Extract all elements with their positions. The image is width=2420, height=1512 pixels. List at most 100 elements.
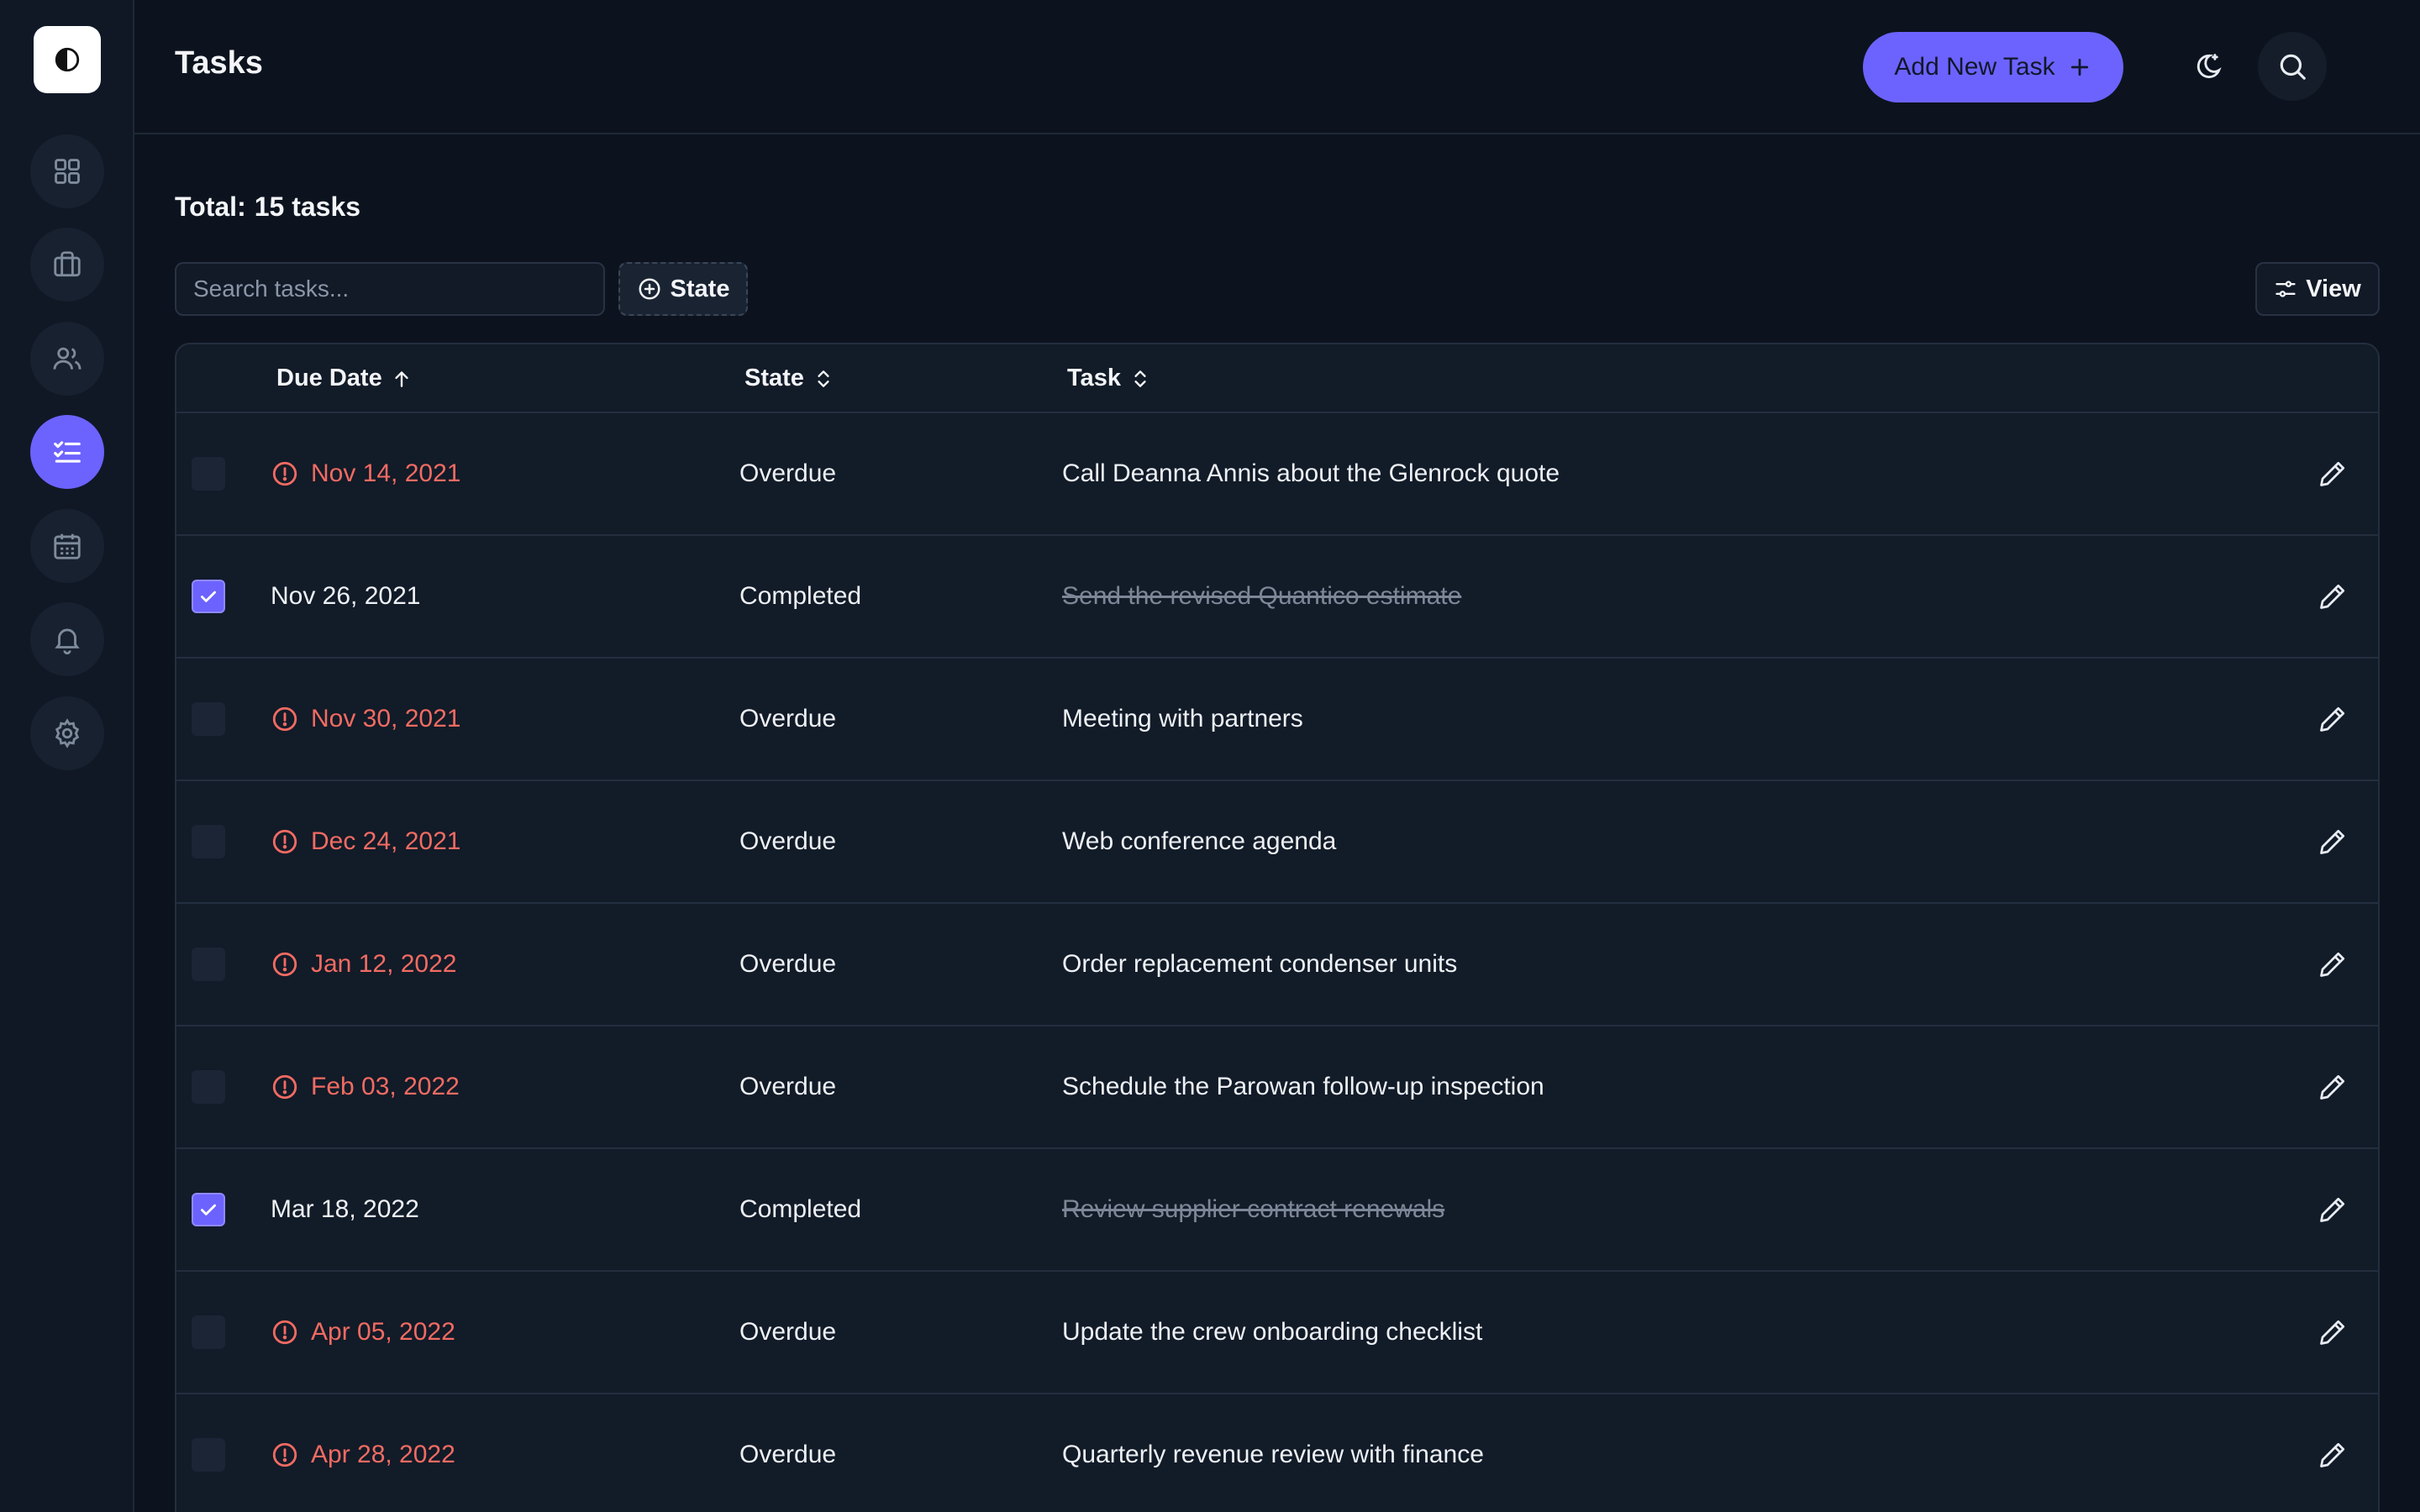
table-row[interactable]: Mar 18, 2022 Completed Review supplier con… bbox=[176, 1149, 2378, 1272]
table-row[interactable]: Nov 30, 2021 Overdue Meeting with partners bbox=[176, 659, 2378, 781]
due-date-cell: Jan 12, 2022 bbox=[271, 948, 456, 981]
row-checkbox[interactable] bbox=[192, 948, 225, 981]
edit-task-button[interactable] bbox=[2316, 702, 2349, 736]
edit-task-button[interactable] bbox=[2316, 1315, 2349, 1349]
edit-task-button[interactable] bbox=[2316, 457, 2349, 491]
edit-task-button[interactable] bbox=[2316, 825, 2349, 858]
table-row[interactable]: Jan 12, 2022 Overdue Order replacement con… bbox=[176, 904, 2378, 1026]
due-date-text: Feb 03, 2022 bbox=[311, 1073, 460, 1100]
due-date-text: Jan 12, 2022 bbox=[311, 950, 457, 978]
row-checkbox[interactable] bbox=[192, 1193, 225, 1226]
pencil-icon bbox=[2320, 1197, 2345, 1222]
due-date-text: Nov 14, 2021 bbox=[311, 459, 461, 487]
row-checkbox[interactable] bbox=[192, 1070, 225, 1104]
column-header-label: State bbox=[744, 365, 804, 391]
calendar-icon bbox=[54, 533, 81, 559]
row-checkbox[interactable] bbox=[192, 580, 225, 613]
grid-icon bbox=[55, 159, 80, 184]
table-row[interactable]: Nov 26, 2021 Completed Send the revised Qu… bbox=[176, 536, 2378, 659]
task-cell: Quarterly revenue review with finance bbox=[1062, 1441, 1484, 1468]
state-cell: Completed bbox=[739, 582, 862, 610]
state-cell: Overdue bbox=[739, 1318, 837, 1346]
edit-task-button[interactable] bbox=[2316, 1438, 2349, 1472]
pencil-icon bbox=[2320, 584, 2345, 609]
gear-icon bbox=[55, 718, 80, 748]
briefcase-icon bbox=[54, 251, 81, 277]
task-cell: Send the revised Quantico estimate bbox=[1062, 582, 1462, 610]
row-checkbox[interactable] bbox=[192, 1315, 225, 1349]
table-row[interactable]: Nov 14, 2021 Overdue Call Deanna Annis abo… bbox=[176, 413, 2378, 536]
top-header: Tasks Add New Task bbox=[134, 0, 2420, 134]
alert-circle-icon bbox=[272, 1074, 297, 1100]
table-row[interactable]: Apr 28, 2022 Overdue Quarterly revenue rev… bbox=[176, 1394, 2378, 1512]
check-icon bbox=[201, 1204, 216, 1215]
alert-circle-icon bbox=[272, 461, 297, 486]
row-checkbox[interactable] bbox=[192, 702, 225, 736]
pencil-icon bbox=[2320, 829, 2345, 854]
edit-task-button[interactable] bbox=[2316, 1070, 2349, 1104]
search-tasks-input[interactable] bbox=[175, 262, 605, 316]
column-header-state[interactable]: State bbox=[744, 365, 834, 392]
state-cell: Overdue bbox=[739, 705, 837, 732]
table-row[interactable]: Dec 24, 2021 Overdue Web conference agenda bbox=[176, 781, 2378, 904]
due-date-cell: Apr 05, 2022 bbox=[271, 1315, 455, 1349]
arrow-up-icon bbox=[395, 370, 408, 387]
due-date-cell: Nov 30, 2021 bbox=[271, 702, 460, 736]
header-search-button[interactable] bbox=[2258, 32, 2327, 101]
task-total-count: 15 tasks bbox=[254, 192, 361, 222]
state-cell: Overdue bbox=[739, 950, 837, 978]
alert-circle-icon bbox=[272, 1320, 297, 1345]
sort-icon bbox=[1134, 370, 1146, 387]
due-date-cell: Dec 24, 2021 bbox=[271, 825, 460, 858]
sidebar-item-projects[interactable] bbox=[30, 228, 104, 302]
column-header-due-date[interactable]: Due Date bbox=[276, 365, 413, 392]
view-options-button[interactable]: View bbox=[2255, 262, 2380, 316]
alert-circle-icon bbox=[272, 952, 297, 977]
pencil-icon bbox=[2320, 461, 2345, 486]
bell-icon bbox=[55, 628, 80, 654]
app-logo[interactable] bbox=[34, 26, 101, 93]
table-row[interactable]: Feb 03, 2022 Overdue Schedule the Parowan … bbox=[176, 1026, 2378, 1149]
edit-task-button[interactable] bbox=[2316, 1193, 2349, 1226]
row-checkbox[interactable] bbox=[192, 457, 225, 491]
due-date-cell: Mar 18, 2022 bbox=[271, 1193, 419, 1226]
pencil-icon bbox=[2320, 952, 2345, 977]
alert-circle-icon bbox=[272, 1442, 297, 1467]
pencil-icon bbox=[2320, 1442, 2345, 1467]
plus-icon bbox=[2070, 58, 2088, 76]
add-new-task-button[interactable]: Add New Task bbox=[1863, 32, 2123, 102]
due-date-cell: Nov 14, 2021 bbox=[271, 457, 460, 491]
task-cell: Call Deanna Annis about the Glenrock quo… bbox=[1062, 459, 1560, 487]
pencil-icon bbox=[2320, 706, 2345, 732]
column-header-label: Due Date bbox=[276, 365, 382, 391]
state-cell: Overdue bbox=[739, 1073, 837, 1100]
sidebar-item-dashboard[interactable] bbox=[30, 134, 104, 208]
sidebar-item-contacts[interactable] bbox=[30, 322, 104, 396]
task-total: Total: 15 tasks bbox=[175, 192, 360, 223]
due-date-text: Dec 24, 2021 bbox=[311, 827, 461, 855]
task-cell: Schedule the Parowan follow-up inspectio… bbox=[1062, 1073, 1544, 1100]
due-date-text: Apr 05, 2022 bbox=[311, 1318, 455, 1346]
table-row[interactable]: Apr 05, 2022 Overdue Update the crew onboa… bbox=[176, 1272, 2378, 1394]
edit-task-button[interactable] bbox=[2316, 580, 2349, 613]
sidebar-item-notifications[interactable] bbox=[30, 602, 104, 676]
task-cell: Web conference agenda bbox=[1062, 827, 1337, 855]
sidebar-item-calendar[interactable] bbox=[30, 509, 104, 583]
row-checkbox[interactable] bbox=[192, 825, 225, 858]
pencil-icon bbox=[2320, 1074, 2345, 1100]
task-cell: Update the crew onboarding checklist bbox=[1062, 1318, 1483, 1346]
state-filter-label: State bbox=[670, 275, 730, 302]
pencil-icon bbox=[2320, 1320, 2345, 1345]
edit-task-button[interactable] bbox=[2316, 948, 2349, 981]
view-options-label: View bbox=[2306, 275, 2361, 302]
row-checkbox[interactable] bbox=[192, 1438, 225, 1472]
due-date-text: Nov 30, 2021 bbox=[311, 705, 461, 732]
theme-toggle-button[interactable] bbox=[2174, 32, 2243, 101]
column-header-task[interactable]: Task bbox=[1067, 365, 1151, 392]
table-header: Due Date State Task bbox=[176, 344, 2378, 413]
users-icon bbox=[53, 347, 82, 370]
sidebar-item-tasks[interactable] bbox=[30, 415, 104, 489]
due-date-cell: Feb 03, 2022 bbox=[271, 1070, 460, 1104]
sidebar-item-settings[interactable] bbox=[30, 696, 104, 770]
state-filter-button[interactable]: State bbox=[618, 262, 748, 316]
